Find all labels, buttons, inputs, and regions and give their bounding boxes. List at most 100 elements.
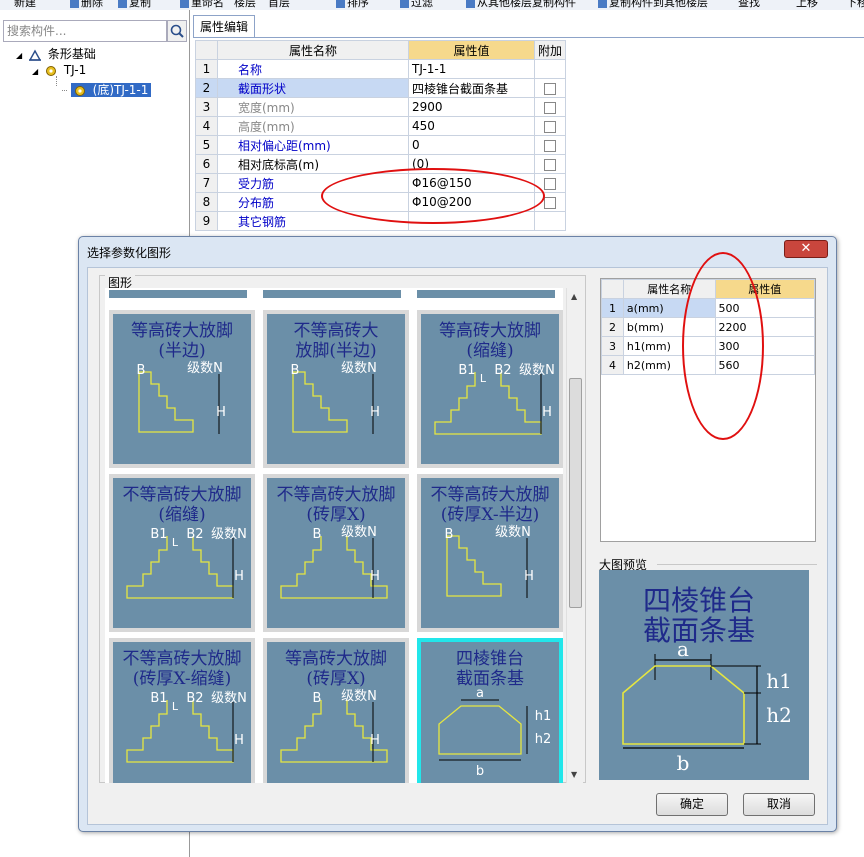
shape-tile[interactable]: 不等高砖大 放脚(半边) B 级数N H: [263, 310, 409, 468]
preview-label-a: a: [677, 637, 689, 661]
shape-title-line1: 不等高砖大放脚: [277, 485, 396, 505]
collapse-icon: ◢: [16, 51, 23, 60]
tree-node-tj1[interactable]: ◢ TJ-1: [32, 62, 86, 78]
shape-label: B2: [186, 527, 203, 542]
extra-checkbox[interactable]: [544, 82, 556, 95]
scroll-down-icon[interactable]: ▼: [571, 770, 577, 779]
copy-from-floor-icon: [466, 0, 475, 8]
shape-outline: [292, 371, 348, 433]
extra-checkbox[interactable]: [544, 158, 556, 171]
shape-outline: [438, 705, 522, 755]
tab-property-edit[interactable]: 属性编辑: [193, 15, 255, 37]
toolbar-find-button[interactable]: 查找: [738, 0, 760, 10]
shape-label: B1: [458, 363, 475, 378]
shape-tile-partial: [109, 290, 247, 298]
toolbar-rename-label: 重命名: [191, 0, 224, 9]
shape-label: B: [445, 527, 454, 542]
row-number: 2: [601, 317, 624, 337]
toolbar-copy-button[interactable]: 复制: [118, 0, 151, 10]
shape-label: 级数N: [341, 525, 377, 540]
delete-icon: [70, 0, 79, 8]
toolbar-floor-select[interactable]: 首层: [268, 0, 290, 10]
cancel-button[interactable]: 取消: [743, 793, 815, 816]
table-row[interactable]: 5 相对偏心距(mm) 0: [195, 135, 567, 155]
shape-label: a: [476, 686, 484, 701]
tree-node-strip-foundation[interactable]: ◢ 条形基础: [16, 46, 96, 62]
shape-label: H: [370, 569, 380, 584]
toolbar-delete-label: 删除: [81, 0, 103, 9]
shape-tile[interactable]: 不等高砖大放脚 (缩缝) B1 B2 L 级数N H: [109, 474, 255, 632]
search-input[interactable]: 搜索构件...: [3, 20, 167, 42]
gallery-scrollbar[interactable]: ▲ ▼: [566, 288, 583, 783]
preview-label-h1: h1: [766, 669, 792, 693]
extra-checkbox[interactable]: [544, 196, 556, 209]
shape-label: L: [172, 536, 179, 549]
toolbar: 新建 删除 复制 重命名 楼层 首层 排序 过滤 从其他楼层复制构件 复制构件到…: [0, 0, 864, 10]
tree-node-tj1-1[interactable]: (底)TJ-1-1: [62, 82, 152, 98]
property-value[interactable]: 0: [408, 135, 535, 155]
row-number: 9: [195, 211, 218, 231]
shape-diagram: 不等高砖大放脚(砖厚X) B 级数N H: [277, 485, 396, 599]
shape-title-line1: 不等高砖大: [294, 321, 379, 341]
table-row[interactable]: 1 名称 TJ-1-1: [195, 59, 567, 79]
table-row[interactable]: 2 截面形状 四棱锥台截面条基: [195, 78, 567, 98]
property-value[interactable]: TJ-1-1: [408, 59, 535, 79]
extra-checkbox[interactable]: [544, 120, 556, 133]
shape-tile[interactable]: 等高砖大放脚 (缩缝) B1 B2 L 级数N H: [417, 310, 563, 468]
shape-outline: [126, 536, 234, 599]
toolbar-copy-from-floor-button[interactable]: 从其他楼层复制构件: [466, 0, 576, 10]
toolbar-sort-button[interactable]: 排序: [336, 0, 369, 10]
shape-tile[interactable]: 等高砖大放脚 (半边) B 级数N H: [109, 310, 255, 468]
property-value[interactable]: 四棱锥台截面条基: [408, 78, 535, 98]
shape-label: h2: [535, 732, 552, 747]
table-row[interactable]: 4 高度(mm) 450: [195, 116, 567, 136]
table-row[interactable]: 3 宽度(mm) 2900: [195, 97, 567, 117]
toolbar-rename-button[interactable]: 重命名: [180, 0, 224, 10]
shape-tile[interactable]: 不等高砖大放脚 (砖厚X-缩缝) B1 B2 L 级数N H: [109, 638, 255, 783]
scroll-thumb[interactable]: [569, 378, 582, 608]
shape-title-line1: 等高砖大放脚: [131, 321, 233, 341]
shape-tile[interactable]: 四棱锥台 截面条基 a h1 h2 b: [417, 638, 563, 783]
shape-tile[interactable]: 不等高砖大放脚 (砖厚X) B 级数N H: [263, 474, 409, 632]
shape-label: L: [480, 372, 487, 385]
extra-checkbox[interactable]: [544, 139, 556, 152]
shape-outline: [280, 700, 388, 763]
shape-label: 级数N: [341, 689, 377, 704]
search-button[interactable]: [167, 20, 187, 42]
tree-node-label: TJ-1: [63, 63, 87, 77]
property-value[interactable]: 450: [408, 116, 535, 136]
close-button[interactable]: ✕: [784, 240, 828, 258]
preview-image: 四棱锥台 截面条基 a h1 h2 b: [599, 570, 809, 780]
extra-checkbox-cell: [533, 59, 567, 79]
toolbar-copy-label: 复制: [129, 0, 151, 9]
trapezoid-section-shape: [622, 665, 745, 745]
shape-title-line2: (砖厚X): [306, 505, 365, 525]
toolbar-new-button[interactable]: 新建: [14, 0, 36, 10]
toolbar-delete-button[interactable]: 删除: [70, 0, 103, 10]
column-header-extra: 附加: [533, 40, 567, 60]
extra-checkbox[interactable]: [544, 177, 556, 190]
preview-label-b: b: [677, 751, 690, 775]
toolbar-move-up-button[interactable]: 上移: [796, 0, 818, 10]
shape-title-line2: 截面条基: [456, 669, 524, 689]
shape-tile-partial: [417, 290, 555, 298]
shape-title-line2: (缩缝): [158, 505, 205, 525]
shape-tile[interactable]: 等高砖大放脚 (砖厚X) B 级数N H: [263, 638, 409, 783]
shape-diagram: 不等高砖大放脚(缩缝) B1 B2 L 级数N H: [123, 485, 247, 599]
shape-outline: [138, 371, 194, 433]
shape-gallery: 等高砖大放脚 (半边) B 级数N H 不等高砖大 放脚(半边) B 级数N H 等高砖大放脚 (缩缝…: [105, 288, 563, 783]
row-number-header: [195, 40, 218, 60]
shape-label: H: [216, 405, 226, 420]
shape-diagram: 不等高砖大放脚(砖厚X-缩缝) B1 B2 L 级数N H: [123, 649, 247, 763]
toolbar-copy-to-floor-button[interactable]: 复制构件到其他楼层: [598, 0, 708, 10]
row-number: 6: [195, 154, 218, 174]
toolbar-sort-label: 排序: [347, 0, 369, 9]
shape-tile[interactable]: 不等高砖大放脚 (砖厚X-半边) B 级数N H: [417, 474, 563, 632]
row-number: 1: [601, 298, 624, 318]
property-value[interactable]: 2900: [408, 97, 535, 117]
ok-button[interactable]: 确定: [656, 793, 728, 816]
extra-checkbox[interactable]: [544, 101, 556, 114]
scroll-up-icon[interactable]: ▲: [571, 292, 577, 301]
toolbar-filter-button[interactable]: 过滤: [400, 0, 433, 10]
toolbar-move-down-button[interactable]: 下移: [846, 0, 864, 10]
